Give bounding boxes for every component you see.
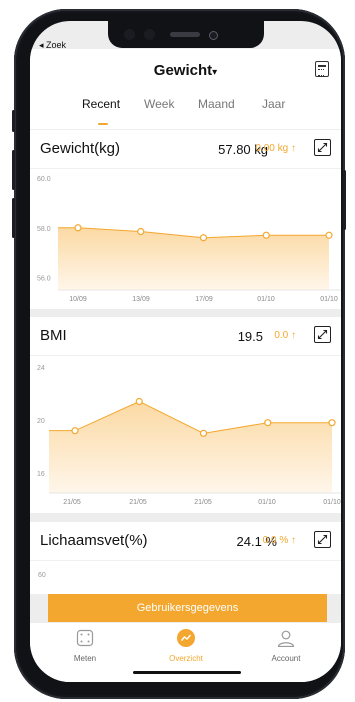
weight-chart-svg: 60.0 58.0 56.0 10/09 13/09 17/09 01/10 01/10 [37, 176, 341, 303]
x-tick-label: 21/05 [194, 499, 212, 506]
y-tick-label: 60 [38, 572, 46, 579]
tabbar-item-account[interactable]: Account [241, 623, 331, 663]
x-tick-label: 01/10 [257, 296, 275, 303]
data-point[interactable] [325, 231, 333, 239]
x-tick-label: 01/10 [320, 296, 338, 303]
person-icon [277, 630, 295, 648]
y-tick-label: 56.0 [37, 276, 51, 283]
data-point[interactable] [137, 227, 145, 236]
back-link[interactable]: ◂ Zoek [39, 40, 66, 51]
y-tick-label: 24 [37, 365, 45, 372]
calendar-icon[interactable] [315, 61, 329, 77]
power-button [343, 170, 346, 230]
bottom-tabbar: Meten Overzicht Account [30, 622, 341, 682]
screen: ◂ Zoek Gewicht▾ Recent Week Maand Jaar G… [30, 21, 341, 682]
tab-recent[interactable]: Recent [82, 97, 120, 111]
period-tabs: Recent Week Maand Jaar [30, 97, 341, 129]
tabbar-item-overzicht[interactable]: Overzicht [141, 623, 231, 663]
card-delta: 0.0 % ↑ [262, 535, 296, 546]
data-point[interactable] [71, 427, 79, 435]
card-value: 19.5 [237, 329, 263, 344]
bmi-chart: 24 20 16 21/05 21/05 21/05 01/10 01/10 [30, 355, 341, 513]
x-tick-label: 17/09 [195, 296, 213, 303]
mute-switch [12, 110, 15, 132]
home-indicator [133, 671, 241, 674]
x-tick-label: 10/09 [69, 296, 87, 303]
y-tick-label: 20 [37, 418, 45, 425]
app-header: Gewicht▾ Recent Week Maand Jaar [30, 49, 341, 129]
user-data-button[interactable]: Gebruikersgegevens [48, 594, 327, 622]
y-tick-label: 60.0 [37, 176, 51, 183]
tabbar-label: Overzicht [169, 654, 203, 663]
data-point[interactable] [74, 224, 82, 232]
x-tick-label: 01/10 [323, 499, 341, 506]
tab-week[interactable]: Week [144, 97, 174, 111]
x-tick-label: 21/05 [63, 499, 81, 506]
data-point[interactable] [135, 397, 143, 406]
x-tick-label: 13/09 [132, 296, 150, 303]
weight-card: Gewicht(kg) 57.80 kg 0.00 kg ↑ 60.0 58.0 5… [30, 130, 341, 309]
tab-active-indicator [98, 123, 108, 125]
expand-icon[interactable] [314, 139, 331, 156]
data-point[interactable] [199, 234, 208, 242]
tabbar-item-meten[interactable]: Meten [40, 623, 130, 663]
tabbar-label: Meten [73, 654, 97, 663]
page-title-dropdown[interactable]: Gewicht▾ [30, 62, 341, 79]
volume-down-button [12, 198, 15, 238]
chart-icon [177, 629, 195, 647]
tab-maand[interactable]: Maand [198, 97, 235, 111]
bmi-card: BMI 19.5 0.0 ↑ 24 20 16 21/05 21/05 21/05 01/1… [30, 317, 341, 513]
y-tick-label: 58.0 [37, 226, 51, 233]
weight-chart: 60.0 58.0 56.0 10/09 13/09 17/09 01/10 01/10 [30, 168, 341, 309]
chevron-down-icon: ▾ [212, 67, 218, 78]
data-point[interactable] [199, 429, 208, 437]
tab-jaar[interactable]: Jaar [262, 97, 285, 111]
bmi-chart-svg: 24 20 16 21/05 21/05 21/05 01/10 01/10 [37, 365, 341, 506]
expand-icon[interactable] [314, 326, 331, 343]
tabbar-label: Account [271, 654, 301, 663]
card-delta: 0.00 kg ↑ [255, 143, 296, 154]
notch [108, 21, 264, 48]
data-point[interactable] [328, 419, 336, 427]
card-title: Gewicht(kg) [40, 140, 121, 157]
scale-icon [76, 629, 94, 647]
bodyfat-card: Lichaamsvet(%) 24.1 % 0.0 % ↑ 60 [30, 522, 341, 594]
card-delta: 0.0 ↑ [274, 330, 296, 341]
data-point[interactable] [264, 419, 272, 427]
volume-up-button [12, 150, 15, 190]
data-point[interactable] [262, 231, 270, 239]
y-tick-label: 16 [37, 471, 45, 478]
x-tick-label: 21/05 [129, 499, 147, 506]
expand-icon[interactable] [314, 531, 331, 548]
x-tick-label: 01/10 [258, 499, 276, 506]
page-title: Gewicht [153, 62, 213, 79]
series-area [49, 401, 332, 493]
card-title: BMI [40, 327, 67, 344]
card-title: Lichaamsvet(%) [40, 532, 148, 549]
